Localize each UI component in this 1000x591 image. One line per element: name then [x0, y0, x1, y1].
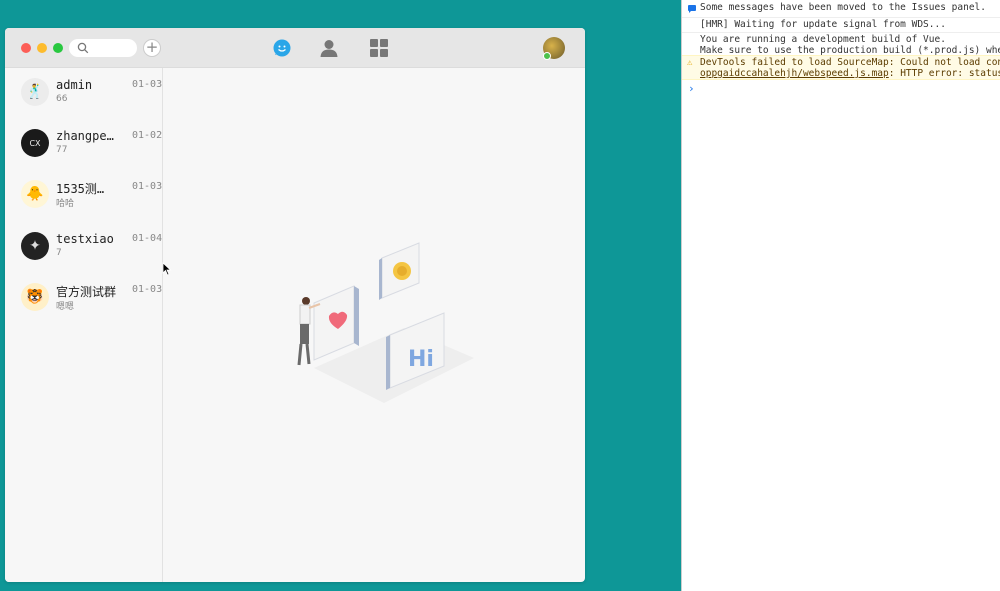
conversation-last-message: 77 — [56, 145, 68, 155]
warning-icon: ⚠ — [687, 58, 693, 68]
console-message-text: Some messages have been moved to the Iss… — [700, 2, 986, 13]
console-message-text: DevTools failed to load SourceMap: Could… — [700, 57, 1000, 68]
console-message-text-2: : HTTP error: status cod — [888, 68, 1000, 79]
console-prompt[interactable]: › — [688, 82, 695, 95]
conversation-name: zhangpe… — [56, 129, 114, 143]
console-message-warning: ⚠ DevTools failed to load SourceMap: Cou… — [682, 55, 1000, 80]
conversation-item[interactable]: ✦ testxiao 7 01-04 — [5, 222, 163, 274]
source-map-link[interactable]: oppgaidccahalehjh/webspeed.js.map — [700, 68, 889, 79]
avatar: ✦ — [21, 232, 49, 260]
conversation-date: 01-03 — [132, 284, 163, 295]
search-input[interactable] — [69, 39, 137, 57]
add-button[interactable]: + — [143, 39, 161, 57]
conversation-date: 01-03 — [132, 181, 163, 192]
person-icon[interactable] — [319, 38, 339, 58]
conversation-name: 1535测试… — [56, 182, 116, 196]
info-icon — [688, 5, 696, 13]
conversation-item[interactable]: CX zhangpe… 77 01-02 — [5, 119, 163, 171]
empty-state-illustration: Hi — [297, 242, 474, 403]
console-message-log: [HMR] Waiting for update signal from WDS… — [682, 17, 1000, 30]
chat-bubble-icon[interactable] — [272, 38, 292, 58]
svg-text:Hi: Hi — [408, 347, 434, 372]
avatar: 🕺 — [21, 78, 49, 106]
console-message-info: Some messages have been moved to the Iss… — [682, 2, 1000, 13]
avatar: 🐯 — [21, 283, 49, 311]
conversation-list: 🕺 admin 66 01-03 CX zhangpe… 77 01-02 🐥 … — [5, 68, 163, 582]
online-status-indicator — [543, 52, 551, 60]
empty-chat-area: Hi — [164, 68, 585, 582]
search-icon — [77, 42, 89, 54]
conversation-item[interactable]: 🐥 1535测试… 哈哈 01-03 — [5, 170, 163, 222]
chat-app-window: + 🕺 admin 66 01-03 CX zhangpe… 77 01-02 … — [5, 28, 585, 582]
grid-icon[interactable] — [369, 38, 389, 58]
avatar: CX — [21, 129, 49, 157]
conversation-item[interactable]: 🐯 官方测试群 嗯嗯 01-03 — [5, 273, 163, 325]
console-message-text: [HMR] Waiting for update signal from WDS… — [700, 19, 946, 30]
minimize-window-button[interactable] — [37, 43, 47, 53]
title-bar: + — [5, 28, 585, 68]
devtools-console: Some messages have been moved to the Iss… — [681, 0, 1000, 591]
mouse-cursor — [162, 262, 172, 276]
conversation-date: 01-04 — [132, 233, 163, 244]
conversation-name: 官方测试群 — [56, 285, 116, 299]
conversation-last-message: 7 — [56, 248, 62, 258]
close-window-button[interactable] — [21, 43, 31, 53]
conversation-name: admin — [56, 78, 93, 92]
conversation-name: testxiao — [56, 232, 114, 246]
conversation-item[interactable]: 🕺 admin 66 01-03 — [5, 68, 163, 120]
console-message-text: You are running a development build of V… — [700, 34, 946, 45]
conversation-last-message: 66 — [56, 94, 68, 104]
maximize-window-button[interactable] — [53, 43, 63, 53]
console-message-log: You are running a development build of V… — [682, 32, 1000, 56]
conversation-last-message: 嗯嗯 — [56, 302, 75, 312]
avatar: 🐥 — [21, 180, 49, 208]
conversation-date: 01-03 — [132, 79, 163, 90]
conversation-last-message: 哈哈 — [56, 199, 75, 209]
conversation-date: 01-02 — [132, 130, 163, 141]
